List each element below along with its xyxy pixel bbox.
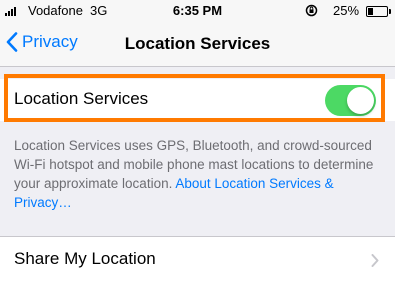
share-my-location-label: Share My Location: [14, 249, 156, 268]
battery-level: [368, 8, 373, 15]
location-services-description: Location Services uses GPS, Bluetooth, a…: [14, 136, 384, 212]
battery-percent: 25%: [333, 3, 360, 18]
status-bar: Vodafone 3G 6:35 PM 25%: [0, 0, 395, 22]
page-title: Location Services: [124, 34, 271, 53]
rotation-lock-icon: [305, 4, 318, 20]
location-services-row: Location Services: [0, 79, 395, 121]
chevron-right-icon: [371, 254, 379, 267]
share-my-location-row[interactable]: Share My Location: [0, 236, 395, 284]
switch-knob: [347, 87, 374, 114]
location-services-label: Location Services: [14, 89, 149, 108]
location-services-switch[interactable]: [325, 85, 376, 116]
navigation-bar: Privacy Location Services: [0, 22, 395, 67]
battery-icon: [366, 6, 391, 17]
